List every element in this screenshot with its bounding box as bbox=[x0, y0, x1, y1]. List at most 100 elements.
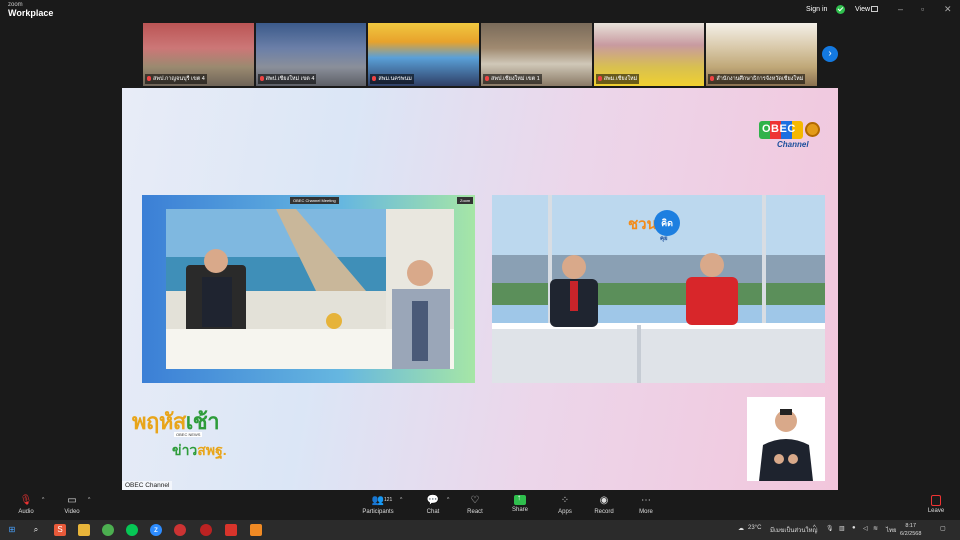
weather-temp[interactable]: 23°C bbox=[748, 525, 761, 531]
file-explorer-icon[interactable] bbox=[78, 524, 90, 536]
news-line2: OBEC NEWS bbox=[174, 432, 203, 437]
app-s-icon[interactable]: S bbox=[54, 524, 66, 536]
zoom-tray-icon[interactable]: ● bbox=[852, 525, 856, 531]
video-camera-icon: ▭ bbox=[67, 495, 77, 506]
show-logo: ชวน คิด คุย bbox=[628, 209, 686, 243]
network-icon[interactable]: ▥ bbox=[839, 525, 845, 532]
windows-taskbar: ⊞ ⌕ S z ☁ 23°C มีเมฆเป็นส่วนใหญ่ ^ 🎙 ▥ ●… bbox=[0, 520, 960, 540]
clock-time: 8:17 bbox=[905, 523, 917, 529]
record-icon: ◉ bbox=[599, 495, 609, 506]
app-brand: zoom Workplace bbox=[8, 2, 53, 18]
share-button[interactable]: Share bbox=[500, 493, 540, 513]
app-dark-red-icon[interactable] bbox=[200, 524, 212, 536]
record-button[interactable]: ◉ Record bbox=[584, 494, 624, 515]
meeting-room-illustration bbox=[166, 209, 454, 369]
obec-logo-text: OBEC bbox=[762, 123, 796, 135]
app-red-icon[interactable] bbox=[174, 524, 186, 536]
more-icon: ⋯ bbox=[641, 495, 651, 506]
participant-thumbnail[interactable]: สพป.เชียงใหม่ เขต 4 bbox=[255, 23, 367, 86]
muted-mic-icon bbox=[485, 76, 490, 82]
participant-thumbnail[interactable]: สพป.กาญจนบุรี เขต 4 bbox=[143, 23, 254, 86]
video-button[interactable]: ▭ Video ^ bbox=[52, 494, 92, 515]
thumbnail-label: สพป.เชียงใหม่ เขต 4 bbox=[265, 76, 315, 82]
windows-start-icon[interactable]: ⊞ bbox=[6, 524, 18, 536]
seal-icon bbox=[805, 122, 820, 137]
participant-thumbnail[interactable]: สพม.เชียงใหม่ bbox=[593, 23, 705, 86]
chevron-up-icon[interactable]: ^ bbox=[400, 497, 402, 503]
heart-icon: ♡ bbox=[470, 495, 480, 506]
pdf-icon[interactable] bbox=[225, 524, 237, 536]
apps-label: Apps bbox=[558, 509, 572, 515]
next-page-chevron-icon[interactable]: › bbox=[822, 46, 838, 62]
chevron-up-icon[interactable]: ^ bbox=[42, 497, 44, 503]
mic-tray-icon[interactable]: 🎙 bbox=[826, 525, 834, 532]
volume-icon[interactable]: ◁ bbox=[863, 525, 868, 532]
language-indicator[interactable]: ไทย bbox=[886, 525, 897, 535]
interpreter-illustration bbox=[747, 397, 825, 481]
more-button[interactable]: ⋯ More bbox=[626, 494, 666, 515]
system-clock[interactable]: 8:17 6/2/2568 bbox=[900, 522, 921, 538]
view-grid-icon[interactable] bbox=[871, 6, 878, 12]
chevron-up-icon[interactable]: ^ bbox=[447, 497, 449, 503]
chat-button[interactable]: 💬 Chat ^ bbox=[413, 494, 453, 515]
participant-thumbnail[interactable]: สพม.นครพนม bbox=[368, 23, 480, 86]
maximize-icon[interactable]: ▫ bbox=[921, 4, 924, 14]
audio-label: Audio bbox=[18, 509, 34, 515]
minimize-icon[interactable]: – bbox=[898, 4, 903, 14]
meeting-room-scene bbox=[166, 209, 454, 369]
leave-label: Leave bbox=[927, 508, 945, 514]
meeting-tag-2: Zoom bbox=[457, 197, 474, 204]
wifi-icon[interactable]: ≋ bbox=[873, 525, 878, 532]
main-video-stage: OBEC Channel OBEC Channel Meeting Zoom ช… bbox=[122, 88, 838, 490]
weather-icon[interactable]: ☁ bbox=[738, 525, 744, 532]
obec-logo-sub: Channel bbox=[777, 140, 809, 149]
close-icon[interactable]: ✕ bbox=[944, 4, 952, 15]
show-logo-word1: ชวน bbox=[628, 216, 657, 233]
participants-button[interactable]: 👥 121 Participants ^ bbox=[358, 494, 402, 515]
share-screen-icon bbox=[514, 493, 526, 505]
muted-mic-icon bbox=[710, 76, 715, 82]
thumbnail-label: สพม.เชียงใหม่ bbox=[603, 76, 638, 82]
view-button[interactable]: View bbox=[855, 6, 870, 13]
participants-count: 121 bbox=[384, 497, 393, 503]
more-label: More bbox=[639, 509, 653, 515]
zoom-icon[interactable]: z bbox=[150, 524, 162, 536]
participant-thumbnail[interactable]: สพป.เชียงใหม่ เขต 1 bbox=[481, 23, 592, 86]
active-app-icon[interactable] bbox=[250, 524, 262, 536]
line-icon[interactable] bbox=[126, 524, 138, 536]
title-bar: zoom Workplace Sign in View – ▫ ✕ bbox=[0, 0, 960, 20]
chevron-up-icon[interactable]: ^ bbox=[813, 525, 816, 531]
muted-mic-icon bbox=[372, 76, 377, 82]
react-label: React bbox=[467, 509, 483, 515]
record-label: Record bbox=[594, 509, 614, 515]
apps-button[interactable]: ⁘ Apps bbox=[545, 494, 585, 515]
muted-mic-icon bbox=[597, 76, 602, 82]
thumbnail-label: สพป.เชียงใหม่ เขต 1 bbox=[491, 76, 540, 82]
sign-in-link[interactable]: Sign in bbox=[806, 6, 827, 13]
news-line3b: สพฐ. bbox=[197, 442, 227, 458]
share-label: Share bbox=[511, 507, 528, 513]
chevron-up-icon[interactable]: ^ bbox=[88, 497, 90, 503]
chat-label: Chat bbox=[426, 509, 440, 515]
meeting-tag: OBEC Channel Meeting bbox=[290, 197, 339, 204]
weather-text[interactable]: มีเมฆเป็นส่วนใหญ่ bbox=[770, 525, 818, 535]
studio-video-panel: ชวน คิด คุย bbox=[492, 195, 825, 383]
leave-button[interactable]: Leave bbox=[916, 494, 956, 514]
search-icon[interactable]: ⌕ bbox=[30, 524, 42, 536]
clock-date: 6/2/2568 bbox=[900, 531, 922, 537]
muted-microphone-icon: 🎙 bbox=[19, 495, 33, 506]
news-line3a: ข่าว bbox=[172, 442, 198, 458]
channel-name-tag: OBEC Channel bbox=[122, 481, 173, 490]
security-shield-icon[interactable] bbox=[836, 5, 845, 14]
participant-thumbnail[interactable]: สำนักงานศึกษาธิการจังหวัดเชียงใหม่ bbox=[706, 23, 818, 86]
notification-icon[interactable]: ▢ bbox=[940, 525, 946, 532]
news-line1b: เช้า bbox=[185, 409, 220, 434]
muted-mic-icon bbox=[147, 76, 151, 82]
thumbnail-label: สพป.กาญจนบุรี เขต 4 bbox=[153, 76, 205, 82]
news-program-logo: พฤหัสเช้า OBEC NEWS ข่าวสพฐ. bbox=[132, 404, 252, 464]
chrome-icon[interactable] bbox=[102, 524, 114, 536]
react-button[interactable]: ♡ React bbox=[455, 494, 495, 515]
zoom-window: zoom Workplace Sign in View – ▫ ✕ สพป.กา… bbox=[0, 0, 960, 540]
audio-button[interactable]: 🎙 Audio ^ bbox=[6, 494, 46, 515]
show-logo-word3: คุย bbox=[660, 236, 668, 242]
